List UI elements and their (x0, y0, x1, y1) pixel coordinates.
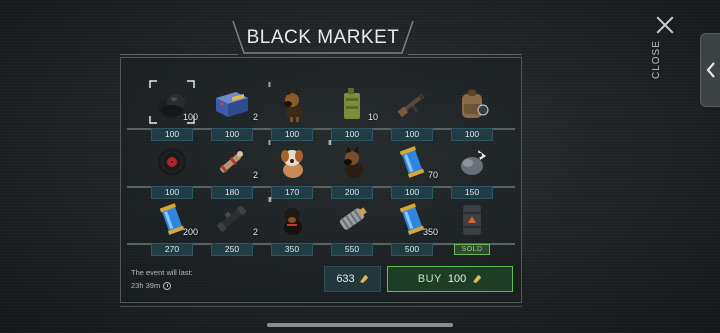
market-item-backpack[interactable]: 100 (446, 82, 498, 142)
item-quantity: 2 (252, 227, 258, 237)
balance-value: 633 (336, 273, 355, 285)
item-quantity: 200 (182, 227, 198, 237)
item-tier: III (268, 197, 272, 204)
item-quantity: 350 (422, 227, 438, 237)
item-price: 500 (391, 243, 433, 256)
supply-crate-icon (463, 205, 481, 235)
bullet-currency-icon (473, 275, 482, 283)
market-item-vinyl-record[interactable]: 100 (146, 140, 198, 200)
close-label[interactable]: CLOSE (651, 40, 677, 80)
item-price: 550 (331, 243, 373, 256)
market-item-scrap-bundle[interactable]: 150 (446, 140, 498, 200)
ammo-box-icon (216, 92, 248, 117)
scrap-bundle-icon (461, 150, 486, 175)
market-item-shepherd-dog[interactable]: II 100 (266, 82, 318, 142)
vinyl-record-icon (158, 148, 186, 176)
title-frame: BLACK MARKET (232, 20, 414, 54)
metal-spring-icon (339, 207, 367, 230)
item-quantity: 100 (182, 112, 198, 122)
market-item-blue-capsule[interactable]: 70 100 (386, 140, 438, 200)
side-drawer-tab[interactable] (700, 33, 720, 107)
market-item-saint-bernard-dog[interactable]: II 170 (266, 140, 318, 200)
dog-icon (284, 87, 303, 122)
buy-button-price: 100 (447, 273, 467, 285)
market-item-blue-capsule-max[interactable]: 350 500 (386, 197, 438, 257)
item-tier: III (328, 140, 332, 147)
item-quantity: 2 (252, 170, 258, 180)
buy-button-label: BUY (417, 273, 442, 285)
item-price: 270 (151, 243, 193, 256)
dog-icon (281, 150, 303, 178)
item-tier: II (268, 82, 271, 89)
title-divider-right (408, 54, 522, 55)
item-price: 250 (211, 243, 253, 256)
fuel-canister-icon (344, 88, 360, 119)
currency-balance: 633 (324, 266, 381, 292)
event-timer-label: The event will last: (131, 268, 193, 277)
market-item-shepherd-dog-elite[interactable]: III 200 (326, 140, 378, 200)
market-item-ammo-box[interactable]: 2 100 (206, 82, 258, 142)
item-quantity: 70 (427, 170, 438, 180)
market-item-fuel-canister[interactable]: 10 100 (326, 82, 378, 142)
panel-bottom-divider (120, 306, 522, 307)
sold-badge: SOLD (454, 244, 490, 255)
close-icon[interactable] (655, 15, 675, 35)
market-item-blue-capsule-large[interactable]: 200 270 (146, 197, 198, 257)
event-timer-value: 23h 39m (131, 281, 161, 290)
market-item-metal-spring[interactable]: 550 (326, 197, 378, 257)
title-divider-left (120, 54, 238, 55)
bullet-currency-icon (359, 275, 368, 283)
event-timer: 23h 39m (131, 281, 172, 290)
home-indicator[interactable] (267, 323, 453, 327)
market-item-rottweiler-dog[interactable]: III 350 (266, 197, 318, 257)
market-item-scope[interactable]: 2 250 (206, 197, 258, 257)
clock-icon (163, 281, 172, 290)
item-quantity: 2 (252, 112, 258, 122)
rifle-icon (397, 92, 427, 118)
market-item-coal[interactable]: 100 100 (146, 80, 198, 142)
dog-icon (284, 208, 302, 235)
item-price: 350 (271, 243, 313, 256)
market-item-hunting-gear[interactable]: 2 180 (206, 140, 258, 200)
item-tier: II (268, 140, 271, 147)
hunting-gear-icon (220, 151, 243, 173)
market-item-supply-crate[interactable]: SOLD (446, 197, 498, 257)
buy-button[interactable]: BUY 100 (387, 266, 513, 292)
blue-capsule-icon (399, 146, 425, 178)
market-item-rifle[interactable]: 100 (386, 82, 438, 142)
chevron-left-icon (706, 62, 715, 78)
backpack-icon (462, 90, 489, 118)
page-title: BLACK MARKET (246, 27, 400, 48)
item-quantity: 10 (367, 112, 378, 122)
dog-icon (344, 145, 363, 178)
scope-icon (217, 205, 247, 232)
